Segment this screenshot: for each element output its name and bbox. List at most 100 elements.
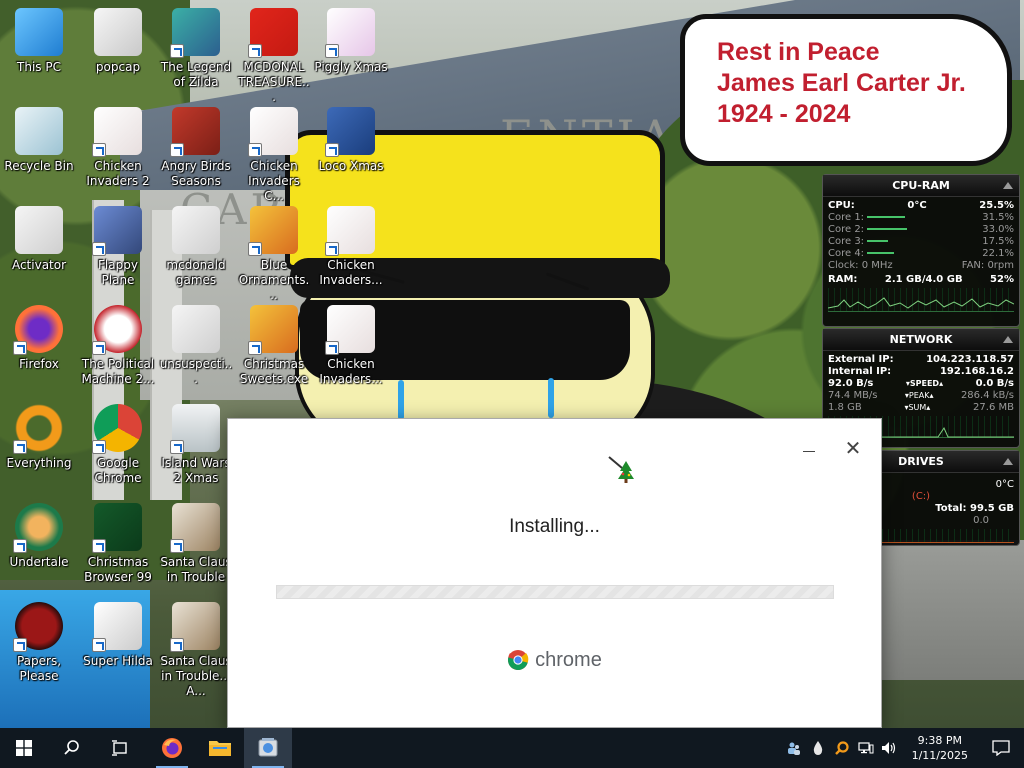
desktop-icon[interactable]: Christmas Browser 99	[79, 497, 157, 591]
desktop-icon-label: MCDONAL TREASURE...	[238, 60, 310, 104]
shortcut-arrow-icon	[13, 341, 27, 355]
installer-icon	[258, 738, 278, 757]
pixel-icon	[92, 602, 142, 652]
network-tray-icon[interactable]	[854, 728, 878, 768]
core-row: Core 4: 22.1%	[828, 248, 1014, 259]
desktop-icon[interactable]: Chicken Invaders...	[312, 299, 390, 393]
desktop-icon[interactable]: Chicken Invaders 2	[79, 101, 157, 195]
desktop-icon-label: Christmas Browser 99	[84, 555, 152, 584]
shortcut-arrow-icon	[248, 242, 262, 256]
xmas-tree-icon	[92, 503, 142, 553]
desktop-icon[interactable]: Chicken Invaders...	[312, 200, 390, 294]
chrome-installer-dialog: ✕ Installing... chrome	[227, 418, 882, 728]
drop-tray-icon[interactable]	[806, 728, 830, 768]
ram-used: 2.1 GB/4.0 GB	[884, 274, 963, 285]
core-load-bar	[867, 252, 895, 254]
desktop-icon-label: Chicken Invaders...	[319, 357, 383, 386]
collapse-icon[interactable]	[1003, 336, 1013, 343]
firefox-taskbar-button[interactable]	[148, 728, 196, 768]
shortcut-arrow-icon	[170, 539, 184, 553]
shortcut-arrow-icon	[325, 242, 339, 256]
core-row: Core 2: 33.0%	[828, 224, 1014, 235]
minimize-button[interactable]	[802, 441, 816, 455]
desktop-icon[interactable]: Papers, Please	[0, 596, 78, 690]
search-button[interactable]	[48, 728, 96, 768]
start-button[interactable]	[0, 728, 48, 768]
shortcut-arrow-icon	[170, 143, 184, 157]
desktop-icon[interactable]: Undertale	[0, 497, 78, 591]
desktop-icon-label: Angry Birds Seasons	[161, 159, 231, 188]
desktop-icon[interactable]: The Legend of Zilda	[157, 2, 235, 96]
peak-row: 74.4 MB/s ▾PEAK▴ 286.4 kB/s	[828, 390, 1014, 401]
cpu-percent: 25.5%	[979, 200, 1014, 211]
desktop-icon-label: Chicken Invaders C...	[248, 159, 300, 203]
cpu-clock: Clock: 0 MHz	[828, 260, 893, 271]
cpu-temp: 0°C	[907, 200, 927, 211]
action-center-button[interactable]	[978, 728, 1024, 768]
desktop-icon[interactable]: Google Chrome	[79, 398, 157, 492]
core-row: Core 3: 17.5%	[828, 236, 1014, 247]
close-button[interactable]: ✕	[844, 438, 862, 458]
desktop-icon-label: Chicken Invaders...	[319, 258, 383, 287]
desktop-icon[interactable]: Christmas Sweets.exe	[235, 299, 313, 393]
desktop-icon[interactable]: Recycle Bin	[0, 101, 78, 195]
collapse-icon[interactable]	[1003, 182, 1013, 189]
desktop-icon[interactable]: Activator	[0, 200, 78, 294]
desktop-icon[interactable]: Everything	[0, 398, 78, 492]
desktop-icon[interactable]: Blue Ornaments...	[235, 200, 313, 302]
desktop-icon[interactable]: The Political Machine 2...	[79, 299, 157, 393]
desktop-icon[interactable]: Loco Xmas	[312, 101, 390, 195]
file-explorer-taskbar-button[interactable]	[196, 728, 244, 768]
task-view-button[interactable]	[96, 728, 144, 768]
bubble-line: James Earl Carter Jr.	[717, 69, 966, 97]
desktop-icon[interactable]: Angry Birds Seasons	[157, 101, 235, 195]
file-icon	[15, 206, 63, 254]
desktop-icon[interactable]: popcap	[79, 2, 157, 96]
shortcut-arrow-icon	[248, 341, 262, 355]
installer-taskbar-button[interactable]	[244, 728, 292, 768]
island-icon	[170, 404, 220, 454]
taskbar-clock[interactable]: 9:38 PM 1/11/2025	[902, 733, 978, 763]
chicken-icon	[325, 305, 375, 355]
shortcut-arrow-icon	[170, 638, 184, 652]
desktop-icon-label: Papers, Please	[16, 654, 62, 683]
desktop-icon[interactable]: unsuspecti...	[157, 299, 235, 393]
desktop-icon[interactable]: Piggly Xmas	[312, 2, 390, 96]
recycle-bin-icon	[15, 107, 63, 155]
santa-icon	[170, 602, 220, 652]
desktop-icon[interactable]: mcdonald games	[157, 200, 235, 294]
people-tray-icon[interactable]	[782, 728, 806, 768]
bubble-line: Rest in Peace	[717, 38, 880, 66]
desktop-icon-label: Firefox	[19, 357, 59, 371]
people-icon	[787, 742, 800, 755]
desktop-icon[interactable]: Santa Claus in Trouble	[157, 497, 235, 591]
windows-logo-icon	[16, 740, 32, 756]
desktop-icon-label: Undertale	[9, 555, 69, 569]
chicken-icon	[92, 107, 142, 157]
mcdonalds-icon	[248, 8, 298, 58]
desktop-icon[interactable]: Firefox	[0, 299, 78, 393]
bear-icon	[325, 107, 375, 157]
gadget-header: CPU-RAM	[823, 175, 1019, 197]
desktop-icon[interactable]: Island Wars 2 Xmas	[157, 398, 235, 492]
desktop-icon-label: Super Hilda	[83, 654, 153, 668]
cpu-graph	[828, 288, 1014, 312]
firefox-icon	[13, 305, 63, 355]
system-tray: 9:38 PM 1/11/2025	[782, 728, 1024, 768]
collapse-icon[interactable]	[1003, 458, 1013, 465]
shortcut-arrow-icon	[13, 440, 27, 454]
everything-tray-icon[interactable]	[830, 728, 854, 768]
desktop-icon[interactable]: MCDONAL TREASURE...	[235, 2, 313, 104]
shortcut-arrow-icon	[170, 440, 184, 454]
desktop-icon[interactable]: Flappy Plane	[79, 200, 157, 294]
clock-time: 9:38 PM	[917, 734, 962, 747]
pig-icon	[325, 8, 375, 58]
desktop-icon[interactable]: Super Hilda	[79, 596, 157, 690]
desktop-icon[interactable]: This PC	[0, 2, 78, 96]
desktop-icon[interactable]: Santa Claus in Trouble... A...	[157, 596, 235, 698]
fan-speed: FAN: 0rpm	[961, 260, 1014, 271]
cpu-ram-gadget: CPU-RAM CPU: 0°C 25.5% Core 1: 31.5% Cor…	[822, 174, 1020, 327]
game-icon	[170, 8, 220, 58]
volume-tray-icon[interactable]	[878, 728, 902, 768]
desktop-icon[interactable]: Chicken Invaders C...	[235, 101, 313, 203]
